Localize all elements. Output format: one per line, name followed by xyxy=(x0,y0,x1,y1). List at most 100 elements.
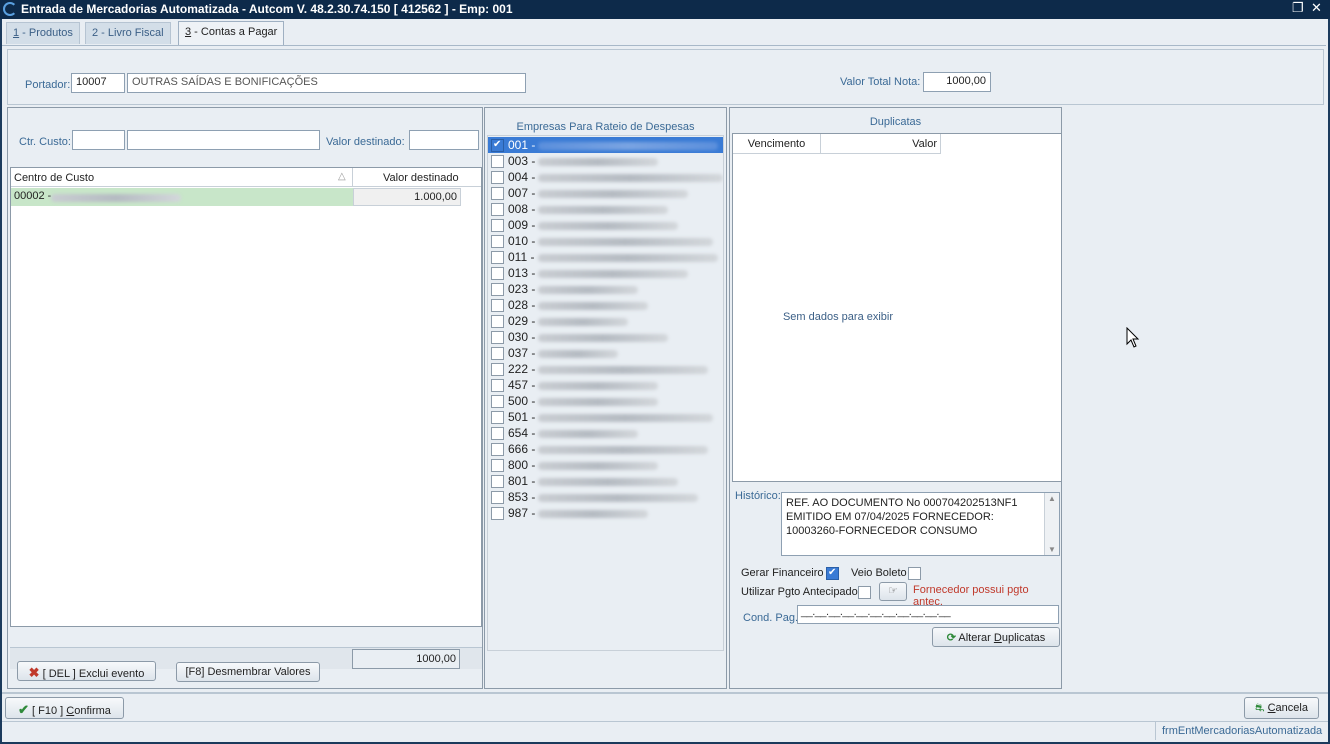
empresa-code: 654 - xyxy=(508,426,536,440)
ctr-custo-name-input[interactable] xyxy=(127,130,320,150)
redacted-text xyxy=(538,238,713,246)
redacted-text xyxy=(538,334,668,342)
empresa-checkbox[interactable] xyxy=(491,283,504,296)
empresa-list-item[interactable]: 011 - xyxy=(488,249,723,265)
utilizar-pgto-checkbox[interactable] xyxy=(858,586,871,599)
empresa-list-item[interactable]: 666 - xyxy=(488,441,723,457)
empresa-list-item[interactable]: 028 - xyxy=(488,297,723,313)
cancela-button[interactable]: ⛐ Cancela xyxy=(1244,697,1319,719)
redacted-text xyxy=(538,142,718,150)
redacted-text xyxy=(538,222,678,230)
empresa-checkbox[interactable] xyxy=(491,427,504,440)
col-vencimento[interactable]: Vencimento xyxy=(733,134,821,154)
tab-produtos[interactable]: 1 - Produtos xyxy=(6,22,80,44)
duplicatas-panel: Duplicatas Vencimento Valor Sem dados pa… xyxy=(729,107,1062,689)
empresa-checkbox[interactable] xyxy=(491,363,504,376)
empresa-list-item[interactable]: 501 - xyxy=(488,409,723,425)
empresa-checkbox[interactable] xyxy=(491,203,504,216)
confirma-button[interactable]: ✔ [ F10 ] Confirma xyxy=(5,697,124,719)
x-icon: ✖ xyxy=(28,665,40,680)
empresa-checkbox[interactable] xyxy=(491,235,504,248)
empresa-list-item[interactable]: 853 - xyxy=(488,489,723,505)
sort-triangle-icon[interactable]: △ xyxy=(338,171,346,182)
cancela-post: ancela xyxy=(1275,702,1308,714)
empresa-checkbox[interactable] xyxy=(491,267,504,280)
empresa-checkbox[interactable] xyxy=(491,395,504,408)
restore-icon[interactable]: ❐ xyxy=(1292,0,1304,16)
close-icon[interactable]: ✕ xyxy=(1311,0,1322,16)
exclui-evento-button[interactable]: ✖ [ DEL ] Exclui evento xyxy=(17,661,156,681)
portador-name-field[interactable]: OUTRAS SAÍDAS E BONIFICAÇÕES xyxy=(127,73,526,93)
empresa-list-item[interactable]: 029 - xyxy=(488,313,723,329)
scroll-down-icon[interactable]: ▼ xyxy=(1048,545,1056,554)
veio-boleto-checkbox[interactable] xyxy=(908,567,921,580)
tab-livro-fiscal[interactable]: 2 - Livro Fiscal xyxy=(85,22,171,44)
redacted-text xyxy=(538,206,668,214)
empresa-list-item[interactable]: 009 - xyxy=(488,217,723,233)
gerar-financeiro-checkbox[interactable] xyxy=(826,567,839,580)
empresa-list-item[interactable]: 004 - xyxy=(488,169,723,185)
empresa-list-item[interactable]: 457 - xyxy=(488,377,723,393)
empresa-list-item[interactable]: 013 - xyxy=(488,265,723,281)
empresa-list-item[interactable]: 030 - xyxy=(488,329,723,345)
row-valor[interactable]: 1.000,00 xyxy=(353,188,461,206)
empresa-list-item[interactable]: 500 - xyxy=(488,393,723,409)
empresa-checkbox[interactable] xyxy=(491,155,504,168)
empresa-list-item[interactable]: 008 - xyxy=(488,201,723,217)
hand-pointer-button[interactable]: ☞ xyxy=(879,582,907,601)
empresa-checkbox[interactable] xyxy=(491,411,504,424)
scroll-up-icon[interactable]: ▲ xyxy=(1048,494,1056,503)
alterar-duplicatas-button[interactable]: ⟳ Alterar Duplicatas xyxy=(932,627,1060,647)
col-valor[interactable]: Valor xyxy=(821,134,941,154)
empresa-checkbox[interactable] xyxy=(491,379,504,392)
empresa-list-item[interactable]: 037 - xyxy=(488,345,723,361)
empresa-checkbox[interactable] xyxy=(491,443,504,456)
empresa-list-item[interactable]: 001 - xyxy=(488,137,723,153)
empresa-list-item[interactable]: 800 - xyxy=(488,457,723,473)
empresa-checkbox[interactable] xyxy=(491,331,504,344)
historico-textarea[interactable]: REF. AO DOCUMENTO No 000704202513NF1 EMI… xyxy=(781,492,1060,556)
empresa-code: 009 - xyxy=(508,218,536,232)
historico-scrollbar[interactable]: ▲ ▼ xyxy=(1044,493,1059,555)
empresa-checkbox[interactable] xyxy=(491,459,504,472)
ctr-custo-code-input[interactable] xyxy=(72,130,125,150)
exclui-label: [ DEL ] Exclui evento xyxy=(42,668,145,680)
col-valor-destinado[interactable]: Valor destinado xyxy=(383,172,459,184)
empresas-panel: Empresas Para Rateio de Despesas 001 -00… xyxy=(484,107,727,689)
empresa-list-item[interactable]: 222 - xyxy=(488,361,723,377)
empresa-code: 013 - xyxy=(508,266,536,280)
tab-contas-a-pagar[interactable]: 3 - Contas a Pagar xyxy=(178,21,285,45)
empresa-checkbox[interactable] xyxy=(491,475,504,488)
empresa-list-item[interactable]: 023 - xyxy=(488,281,723,297)
redacted-text xyxy=(538,478,678,486)
check-icon: ✔ xyxy=(18,702,29,717)
cond-pag-input[interactable]: __.__.__.__.__.__.__.__.__.__.__ xyxy=(797,605,1059,624)
empresa-list-item[interactable]: 801 - xyxy=(488,473,723,489)
empresa-checkbox[interactable] xyxy=(491,139,504,152)
valor-total-field[interactable]: 1000,00 xyxy=(923,72,991,92)
empresa-list-item[interactable]: 010 - xyxy=(488,233,723,249)
empresa-list-item[interactable]: 007 - xyxy=(488,185,723,201)
empresa-checkbox[interactable] xyxy=(491,299,504,312)
empresa-list-item[interactable]: 003 - xyxy=(488,153,723,169)
empresa-checkbox[interactable] xyxy=(491,251,504,264)
empresa-list-item[interactable]: 987 - xyxy=(488,505,723,521)
empresa-checkbox[interactable] xyxy=(491,491,504,504)
empresa-list-item[interactable]: 654 - xyxy=(488,425,723,441)
empresa-checkbox[interactable] xyxy=(491,187,504,200)
portador-code-input[interactable]: 10007 xyxy=(71,73,125,93)
redacted-text xyxy=(538,286,638,294)
valor-destinado-input[interactable] xyxy=(409,130,479,150)
desmembrar-button[interactable]: [F8] Desmembrar Valores xyxy=(176,662,320,682)
empresa-checkbox[interactable] xyxy=(491,171,504,184)
empresa-checkbox[interactable] xyxy=(491,347,504,360)
empresa-checkbox[interactable] xyxy=(491,315,504,328)
redacted-text xyxy=(538,414,713,422)
table-row[interactable]: 00002 - xyxy=(11,188,353,206)
empresa-code: 457 - xyxy=(508,378,536,392)
col-centro-custo[interactable]: Centro de Custo xyxy=(14,172,94,184)
empresa-checkbox[interactable] xyxy=(491,219,504,232)
redacted-text xyxy=(538,462,658,470)
empresa-checkbox[interactable] xyxy=(491,507,504,520)
portador-label: Portador: xyxy=(25,79,71,91)
